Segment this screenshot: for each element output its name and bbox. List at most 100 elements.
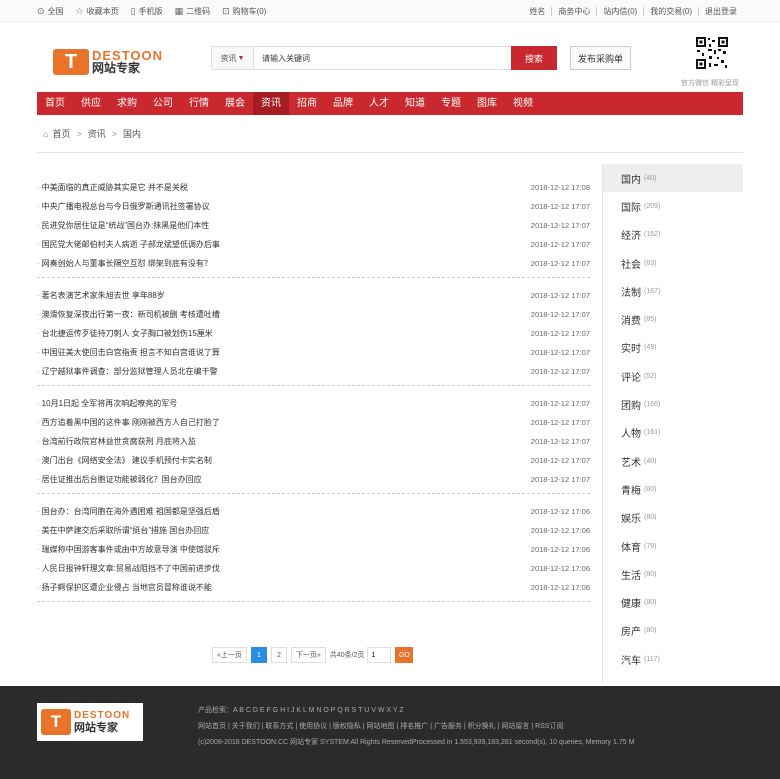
news-title-link[interactable]: 台湾前行政院官林益世贪腐获刑 月底将入监 — [37, 436, 196, 447]
nav-item-5[interactable]: 展会 — [217, 92, 253, 115]
news-title-link[interactable]: 著名表演艺术家朱旭去世 享年88岁 — [37, 290, 165, 301]
nav-item-7[interactable]: 招商 — [289, 92, 325, 115]
breadcrumb-current[interactable]: 国内 — [123, 127, 141, 140]
news-row: 西方追着黑中国的这件事 刚刚被西方人自己打脸了 2018-12-12 17:07 — [37, 413, 590, 432]
footer-logo[interactable]: T DESTOON 网站专家 — [37, 703, 143, 741]
nav-item-11[interactable]: 专题 — [433, 92, 469, 115]
news-title-link[interactable]: 澳滑恢复深夜出行第一夜：新司机被删 考核遭吐槽 — [37, 309, 220, 320]
news-list: 中美面临的真正威胁其实是它 并不是关税 2018-12-12 17:08 中央广播电… — [37, 175, 590, 602]
sidebar-item-16[interactable]: 房产 (80) — [603, 617, 743, 645]
sidebar-item-5[interactable]: 消费 (85) — [603, 305, 743, 333]
user-link-4[interactable]: 退出登录 — [698, 6, 743, 16]
sidebar-item-8[interactable]: 团购 (166) — [603, 390, 743, 418]
sidebar-item-0[interactable]: 国内 (40) — [603, 164, 743, 193]
sidebar-item-label: 评论 — [621, 372, 641, 384]
publish-purchase-button[interactable]: 发布采购单 — [570, 46, 631, 70]
nav-item-13[interactable]: 视频 — [505, 92, 541, 115]
news-title-link[interactable]: 瑞媒称中国游客事件或由中方故意导演 中使馆驳斥 — [37, 544, 220, 555]
news-date: 2018-12-12 17:07 — [530, 348, 590, 357]
prev-page-button[interactable]: «上一页 — [212, 647, 247, 663]
logo-mark-icon: T — [41, 709, 71, 735]
qrcode-icon: ▦ — [174, 5, 184, 16]
nav-item-6[interactable]: 资讯 — [253, 92, 289, 115]
news-title-link[interactable]: 台北捷运传歹徒持刀刺人 女子胸口被划伤15厘米 — [37, 328, 213, 339]
nav-item-0[interactable]: 首页 — [37, 92, 73, 115]
sidebar-item-count: (52) — [644, 372, 657, 380]
search-input[interactable] — [254, 47, 547, 69]
sidebar-item-3[interactable]: 社会 (83) — [603, 249, 743, 277]
page-2-button[interactable]: 2 — [270, 647, 287, 663]
sidebar-item-1[interactable]: 国际 (209) — [603, 192, 743, 220]
news-title-link[interactable]: 西方追着黑中国的这件事 刚刚被西方人自己打脸了 — [37, 417, 220, 428]
sidebar-item-count: (162) — [644, 231, 661, 239]
sidebar-item-6[interactable]: 实时 (49) — [603, 334, 743, 362]
news-title-link[interactable]: 人民日报钟轩理文章:贸易战阻挡不了中国前进步伐 — [37, 563, 220, 574]
sidebar-item-11[interactable]: 青梅 (80) — [603, 475, 743, 503]
nav-item-12[interactable]: 图库 — [469, 92, 505, 115]
news-title-link[interactable]: 澳门出台《网络安全法》 建议手机预付卡实名制 — [37, 455, 212, 466]
search-button[interactable]: 搜索 — [511, 46, 557, 70]
news-title-link[interactable]: 中国驻美大使回击白宫指责 担言不知白宫谁说了算 — [37, 347, 220, 358]
topbar-link-1[interactable]: ☆ 收藏本页 — [76, 6, 119, 17]
news-date: 2018-12-12 17:07 — [530, 418, 590, 427]
page-number-input[interactable] — [367, 647, 392, 663]
news-title-link[interactable]: 扬子鳄保护区遭企业侵占 当地官员冒称谁说不能 — [37, 582, 212, 593]
breadcrumb-news[interactable]: 资讯 — [88, 127, 106, 140]
search-type-label: 资讯 — [220, 53, 237, 63]
sidebar-item-count: (80) — [644, 570, 657, 578]
user-link-1[interactable]: 商务中心 — [551, 6, 596, 16]
page-1-button[interactable]: 1 — [250, 647, 267, 663]
news-date: 2018-12-12 17:07 — [530, 202, 590, 211]
user-link-3[interactable]: 我的交易(0) — [643, 6, 698, 16]
news-title-link[interactable]: 中美面临的真正威胁其实是它 并不是关税 — [37, 182, 188, 193]
user-link-2[interactable]: 站内信(0) — [596, 6, 643, 16]
nav-item-3[interactable]: 公司 — [145, 92, 181, 115]
footer: T DESTOON 网站专家 产品检索：A B C D E F G H I J … — [0, 686, 780, 779]
news-title-link[interactable]: 国台办：台湾同胞在海外遇困难 祖国都是坚强后盾 — [37, 506, 220, 517]
nav-item-10[interactable]: 知道 — [397, 92, 433, 115]
mobile-icon: ▯ — [130, 5, 136, 16]
footer-links[interactable]: 网站首页 | 关于我们 | 联系方式 | 使用协议 | 版权隐私 | 网站地图 … — [198, 721, 563, 731]
nav-item-4[interactable]: 行情 — [181, 92, 217, 115]
user-link-0[interactable]: 姓名 — [523, 7, 551, 16]
news-title-link[interactable]: 网奏创始人与董事长隔空互怼 绑架到底有没有？ — [37, 258, 212, 269]
next-page-button[interactable]: 下一页» — [290, 647, 326, 663]
news-title-link[interactable]: 民进党你居住证是“统战”国台办:抹黑是他们本性 — [37, 220, 210, 231]
sidebar-item-14[interactable]: 生活 (80) — [603, 560, 743, 588]
news-group: 中美面临的真正威胁其实是它 并不是关税 2018-12-12 17:08 中央广播电… — [37, 175, 590, 278]
sidebar-item-label: 实时 — [621, 344, 641, 356]
news-title-link[interactable]: 居住证推出后台胞证功能被弱化？国台办回应 — [37, 474, 202, 485]
sidebar-item-17[interactable]: 汽车 (117) — [603, 645, 743, 673]
footer-product-index[interactable]: 产品检索：A B C D E F G H I J K L M N O P Q R… — [198, 705, 404, 715]
news-title-link[interactable]: 国民党大佬邮伯村夫人病逝 子郝龙斌望低调办后事 — [37, 239, 220, 250]
topbar-link-4[interactable]: ⊡ 购物车(0) — [222, 6, 266, 17]
qrcode-caption: 官方微信 精彩呈现 — [681, 80, 739, 87]
cart-icon: ⊡ — [222, 5, 230, 16]
site-logo[interactable]: T DESTOON 网站专家 — [53, 46, 171, 78]
nav-item-1[interactable]: 供应 — [73, 92, 109, 115]
go-button[interactable]: GO — [395, 647, 414, 663]
nav-item-2[interactable]: 求购 — [109, 92, 145, 115]
news-title-link[interactable]: 美在中萨建交后采取所谓“挺台”措施 国台办回应 — [37, 525, 210, 536]
sidebar-item-13[interactable]: 体育 (79) — [603, 532, 743, 560]
sidebar-item-2[interactable]: 经济 (162) — [603, 221, 743, 249]
sidebar-item-4[interactable]: 法制 (167) — [603, 277, 743, 305]
news-title-link[interactable]: 辽宁越狱事件调查：部分监狱管理人员北在编干警 — [37, 366, 218, 377]
news-title-link[interactable]: 中央广播电视总台与今日俄罗斯通讯社签署协议 — [37, 201, 210, 212]
sidebar-item-9[interactable]: 人物 (161) — [603, 419, 743, 447]
nav-item-8[interactable]: 品牌 — [325, 92, 361, 115]
topbar-link-3[interactable]: ▦ 二维码 — [175, 6, 211, 17]
news-title-link[interactable]: 10月1日起 全军将再次响起嘹亮的军号 — [37, 398, 178, 409]
news-date: 2018-12-12 17:07 — [530, 437, 590, 446]
nav-item-9[interactable]: 人才 — [361, 92, 397, 115]
sidebar-item-15[interactable]: 健康 (80) — [603, 588, 743, 616]
sidebar-item-10[interactable]: 艺术 (40) — [603, 447, 743, 475]
sidebar-item-label: 国内 — [621, 174, 641, 186]
search-type-select[interactable]: 资讯 ▼ — [212, 47, 254, 69]
breadcrumb-home[interactable]: 首页 — [52, 127, 70, 140]
sidebar-item-7[interactable]: 评论 (52) — [603, 362, 743, 390]
topbar-link-0[interactable]: ⊙ 全国 — [37, 6, 64, 17]
sidebar-item-12[interactable]: 娱乐 (80) — [603, 504, 743, 532]
news-row: 居住证推出后台胞证功能被弱化？国台办回应 2018-12-12 17:07 — [37, 470, 590, 489]
topbar-link-2[interactable]: ▯ 手机版 — [131, 6, 163, 17]
